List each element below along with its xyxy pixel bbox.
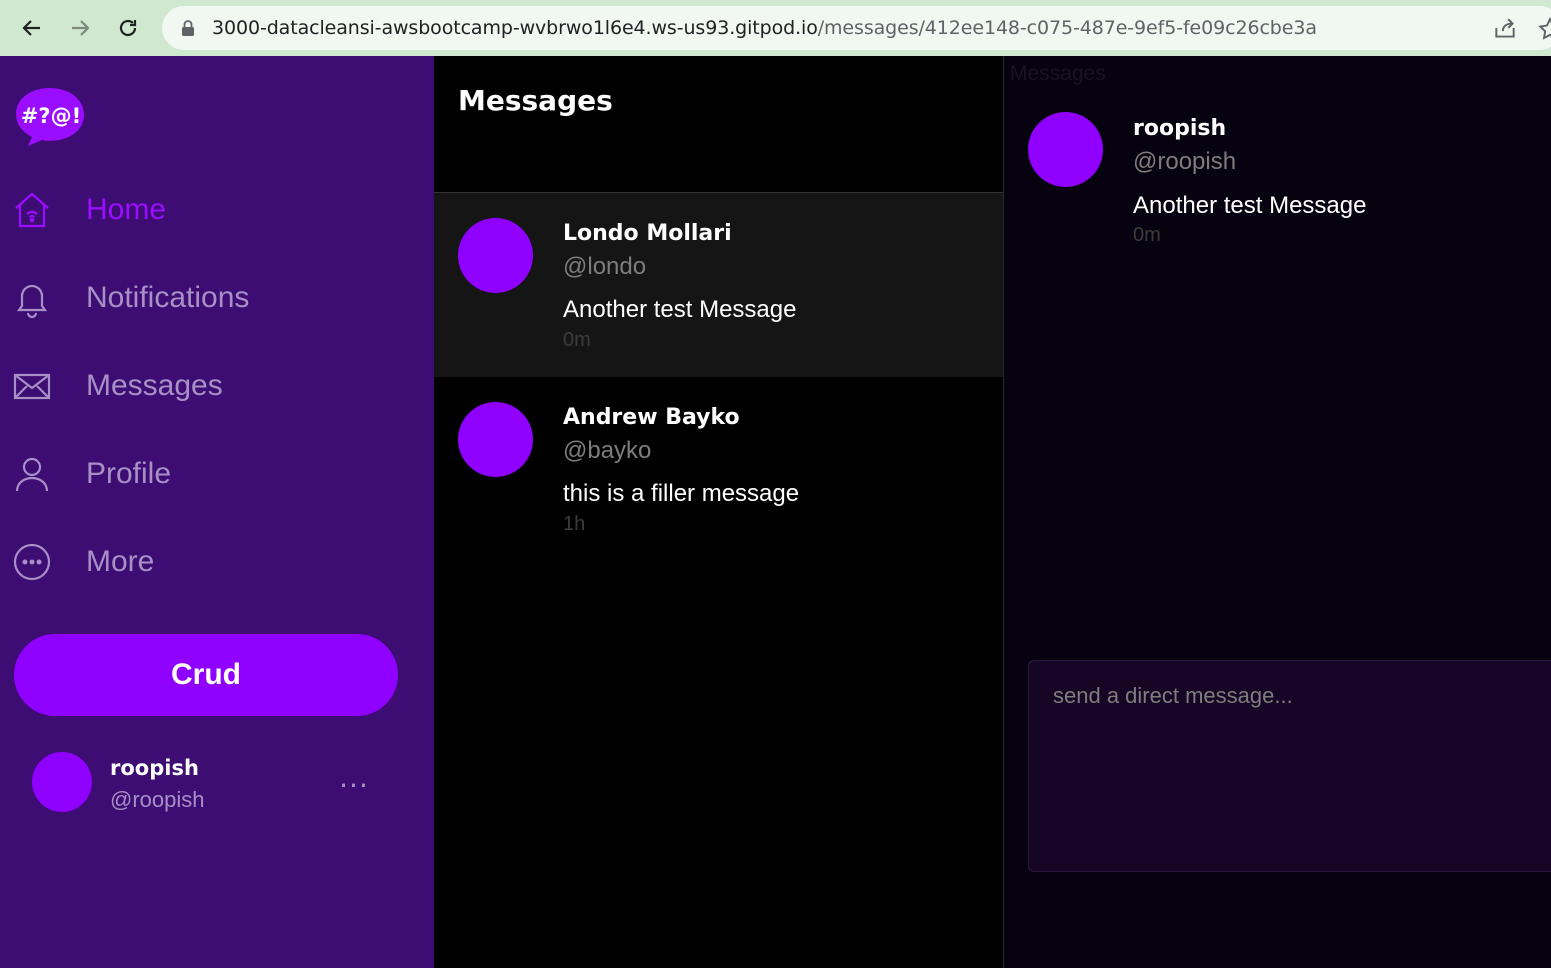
browser-toolbar: 3000-datacleansi-awsbootcamp-wvbrwo1l6e4… [0,0,1551,56]
bookmark-star-icon[interactable] [1537,16,1551,42]
home-icon [15,192,49,228]
lock-icon [182,20,194,36]
message-groups-panel: Messages Londo Mollari @londo Another te… [434,56,1004,968]
message-group-item[interactable]: Andrew Bayko @bayko this is a filler mes… [434,377,1003,561]
current-user-handle: @roopish [110,787,205,812]
logo-text: #?@! [21,104,81,128]
sidebar-item-profile[interactable]: Profile [0,444,434,504]
avatar [458,402,533,477]
page-title: Messages [458,84,613,117]
sidebar-item-label: Home [86,193,167,226]
sidebar: #?@! Home Notifications Messages Profile… [0,56,434,968]
logo[interactable]: #?@! [14,86,88,148]
forward-arrow-icon[interactable] [64,12,96,44]
group-display-name: Andrew Bayko [563,405,740,430]
back-arrow-icon[interactable] [16,12,48,44]
group-handle: @bayko [563,437,652,464]
sidebar-item-notifications[interactable]: Notifications [0,268,434,328]
message-sender-handle: @roopish [1133,148,1237,175]
url-text: 3000-datacleansi-awsbootcamp-wvbrwo1l6e4… [212,17,1317,39]
sidebar-item-label: More [86,545,155,578]
message-group-item[interactable]: Londo Mollari @londo Another test Messag… [434,193,1003,377]
url-host: 3000-datacleansi-awsbootcamp-wvbrwo1l6e4… [212,17,818,39]
direct-message-input[interactable] [1028,660,1551,872]
bell-icon [16,284,48,318]
group-time: 1h [563,513,586,535]
avatar [1028,112,1103,187]
message-body: Another test Message [1133,192,1367,219]
sidebar-item-label: Profile [86,457,172,490]
sidebar-item-label: Messages [86,369,223,402]
message-time: 0m [1133,224,1161,246]
conversation-panel: Messages roopish @roopish Another test M… [1004,56,1551,968]
message-sender-name: roopish [1133,116,1227,141]
sidebar-item-home[interactable]: Home [0,180,434,240]
avatar [458,218,533,293]
address-bar[interactable]: 3000-datacleansi-awsbootcamp-wvbrwo1l6e4… [162,6,1551,50]
user-more-button[interactable]: ... [336,764,372,796]
group-last-message: Another test Message [563,296,797,323]
current-user-name: roopish [110,756,199,780]
crud-button[interactable]: Crud [14,634,398,716]
group-last-message: this is a filler message [563,480,800,507]
share-icon[interactable] [1492,16,1518,42]
reload-icon[interactable] [112,12,144,44]
sidebar-item-more[interactable]: More [0,532,434,592]
group-time: 0m [563,329,591,351]
mail-icon [13,373,51,400]
more-circle-icon [13,543,51,581]
conversation-title: Messages [1010,62,1106,85]
url-path: /messages/412ee148-c075-487e-9ef5-fe09c2… [817,17,1317,39]
sidebar-item-label: Notifications [86,281,250,314]
group-handle: @londo [563,253,647,280]
avatar[interactable] [32,752,92,812]
group-display-name: Londo Mollari [563,221,732,246]
user-icon [15,457,49,492]
sidebar-item-messages[interactable]: Messages [0,356,434,416]
